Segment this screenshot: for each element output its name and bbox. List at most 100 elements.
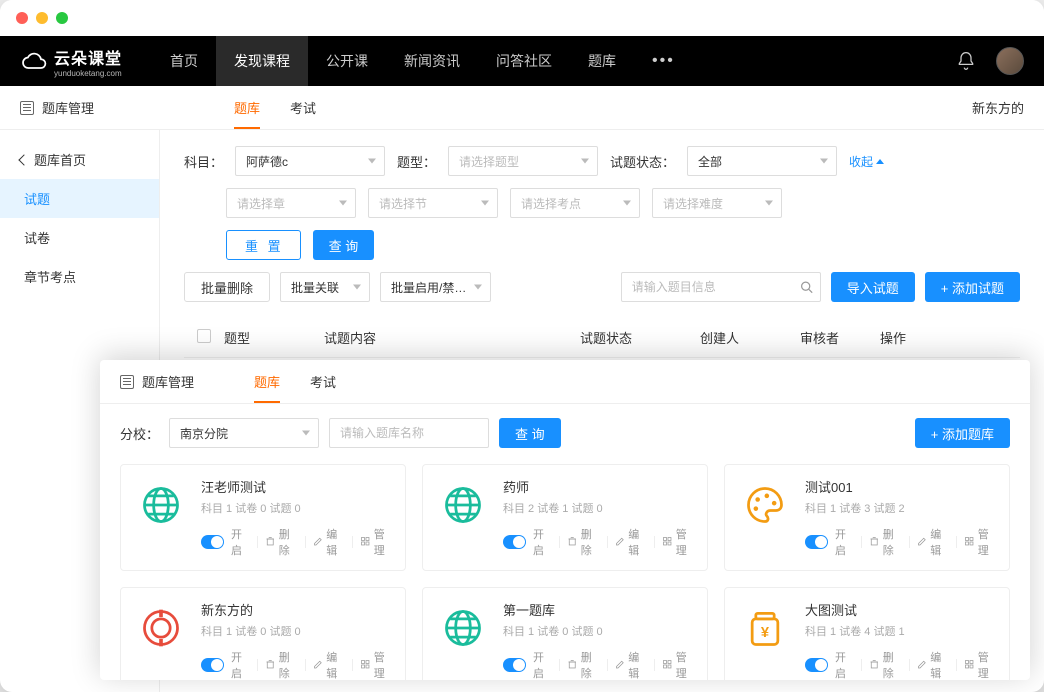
toggle-open[interactable]: [805, 658, 828, 672]
card-manage[interactable]: 管理: [662, 526, 695, 558]
tab-题库[interactable]: 题库: [234, 86, 260, 129]
reset-button[interactable]: 重 置: [226, 230, 301, 260]
sidebar-item-2[interactable]: 章节考点: [0, 257, 159, 296]
maximize-icon[interactable]: [56, 12, 68, 24]
bank-name-input[interactable]: [329, 418, 489, 448]
card-edit[interactable]: 编辑: [313, 649, 346, 680]
card-edit[interactable]: 编辑: [615, 526, 648, 558]
edit-icon: [917, 536, 927, 548]
th-creator: 创建人: [700, 328, 800, 347]
card-delete[interactable]: 删除: [567, 526, 600, 558]
select-all-checkbox[interactable]: [197, 329, 211, 343]
chevron-down-icon: [581, 159, 589, 164]
tab2-题库[interactable]: 题库: [254, 360, 280, 403]
sidebar-item-0[interactable]: 试题: [0, 179, 159, 218]
nav-item-5[interactable]: 题库: [570, 36, 634, 86]
bulk-link-select[interactable]: 批量关联: [280, 272, 370, 302]
query-button[interactable]: 查 询: [313, 230, 375, 260]
sidebar-back[interactable]: 题库首页: [0, 140, 159, 179]
status-select[interactable]: 全部: [687, 146, 837, 176]
jar-orange-icon: ¥: [737, 600, 793, 656]
subject-label: 科目：: [184, 152, 223, 171]
card-manage[interactable]: 管理: [360, 649, 393, 680]
bulk-toggle-select[interactable]: 批量启用/禁…: [380, 272, 491, 302]
trash-icon: [869, 536, 879, 548]
grid-icon: [360, 536, 370, 548]
card-delete[interactable]: 删除: [265, 526, 298, 558]
card-manage[interactable]: 管理: [964, 526, 997, 558]
search-input[interactable]: [621, 272, 821, 302]
edit-icon: [615, 536, 625, 548]
add-bank-button[interactable]: + 添加题库: [915, 418, 1010, 448]
section-select[interactable]: 请选择节: [368, 188, 498, 218]
tab-考试[interactable]: 考试: [290, 86, 316, 129]
branch-select[interactable]: 南京分院: [169, 418, 319, 448]
card-title: 大图测试: [805, 600, 997, 619]
chevron-down-icon: [481, 201, 489, 206]
subject-select[interactable]: 阿萨德c: [235, 146, 385, 176]
toggle-open[interactable]: [503, 535, 526, 549]
school-label: 新东方的: [972, 98, 1024, 117]
minimize-icon[interactable]: [36, 12, 48, 24]
bank-card: ¥ 大图测试 科目 1 试卷 4 试题 1 开启 删除 编辑 管理: [724, 587, 1010, 680]
card-title: 第一题库: [503, 600, 695, 619]
type-select[interactable]: 请选择题型: [448, 146, 598, 176]
card-delete[interactable]: 删除: [869, 649, 902, 680]
search-icon[interactable]: [800, 281, 813, 294]
toggle-open[interactable]: [805, 535, 828, 549]
logo-sub: yunduoketang.com: [54, 69, 122, 78]
trash-icon: [567, 536, 577, 548]
card-meta: 科目 1 试卷 0 试题 0: [503, 623, 695, 639]
nav-item-1[interactable]: 发现课程: [216, 36, 308, 86]
card-delete[interactable]: 删除: [567, 649, 600, 680]
nav-item-2[interactable]: 公开课: [308, 36, 386, 86]
card-delete[interactable]: 删除: [869, 526, 902, 558]
toggle-open[interactable]: [503, 658, 526, 672]
chevron-down-icon: [339, 201, 347, 206]
bell-icon[interactable]: [956, 51, 976, 71]
card-meta: 科目 1 试卷 0 试题 0: [201, 623, 393, 639]
chevron-left-icon: [18, 154, 29, 165]
collapse-link[interactable]: 收起: [849, 153, 884, 170]
chapter-select[interactable]: 请选择章: [226, 188, 356, 218]
card-edit[interactable]: 编辑: [313, 526, 346, 558]
toggle-open[interactable]: [201, 658, 224, 672]
cards-container: 汪老师测试 科目 1 试卷 0 试题 0 开启 删除 编辑 管理 药师 科目 2…: [120, 464, 1010, 680]
globe-green-icon: [133, 477, 189, 533]
nav-more-icon[interactable]: •••: [634, 52, 693, 70]
nav-item-0[interactable]: 首页: [152, 36, 216, 86]
th-ops: 操作: [880, 328, 1020, 347]
win1-tabs: 题库考试: [234, 86, 316, 129]
nav-item-4[interactable]: 问答社区: [478, 36, 570, 86]
chevron-up-icon: [876, 159, 884, 164]
card-edit[interactable]: 编辑: [615, 649, 648, 680]
type-label: 题型：: [397, 152, 436, 171]
doc-icon: [120, 375, 134, 389]
chevron-down-icon: [353, 285, 361, 290]
sidebar-item-1[interactable]: 试卷: [0, 218, 159, 257]
card-manage[interactable]: 管理: [662, 649, 695, 680]
card-manage[interactable]: 管理: [964, 649, 997, 680]
card-delete[interactable]: 删除: [265, 649, 298, 680]
logo[interactable]: 云朵课堂 yunduoketang.com: [20, 45, 122, 78]
tab2-考试[interactable]: 考试: [310, 360, 336, 403]
card-manage[interactable]: 管理: [360, 526, 393, 558]
bulk-delete-button[interactable]: 批量删除: [184, 272, 270, 302]
nav-item-3[interactable]: 新闻资讯: [386, 36, 478, 86]
trash-icon: [567, 659, 577, 671]
card-edit[interactable]: 编辑: [917, 526, 950, 558]
avatar[interactable]: [996, 47, 1024, 75]
card-edit[interactable]: 编辑: [917, 649, 950, 680]
import-button[interactable]: 导入试题: [831, 272, 915, 302]
toggle-open[interactable]: [201, 535, 224, 549]
svg-text:¥: ¥: [761, 625, 770, 641]
difficulty-select[interactable]: 请选择难度: [652, 188, 782, 218]
card-title: 新东方的: [201, 600, 393, 619]
card-title: 测试001: [805, 477, 997, 496]
module-title-2: 题库管理: [142, 372, 194, 391]
point-select[interactable]: 请选择考点: [510, 188, 640, 218]
search-box: [621, 272, 821, 302]
query-button-2[interactable]: 查 询: [499, 418, 561, 448]
close-icon[interactable]: [16, 12, 28, 24]
add-question-button[interactable]: + 添加试题: [925, 272, 1020, 302]
